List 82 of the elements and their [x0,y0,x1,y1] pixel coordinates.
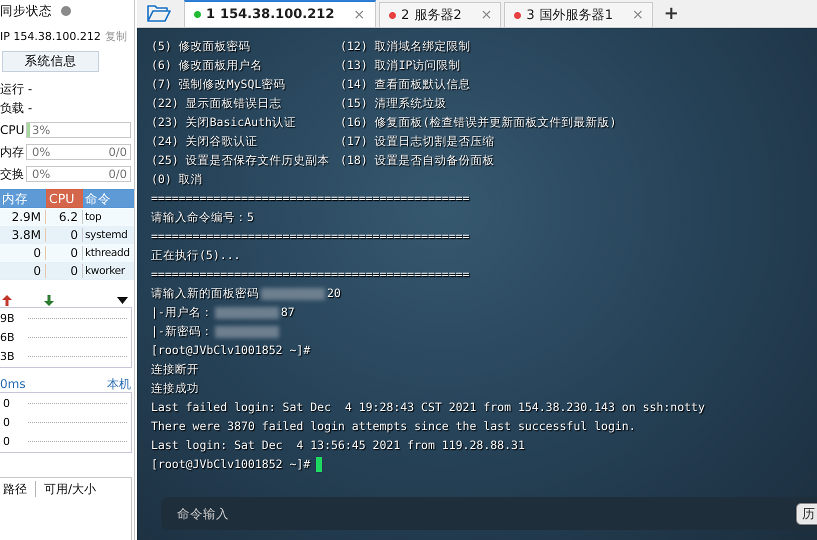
meter-label: CPU [0,123,24,137]
download-arrow-icon [44,294,54,306]
terminal-line: 请输入命令编号：5 [151,209,254,226]
terminal-line: 连接成功 [151,380,199,397]
meter-label: 内存 [0,144,24,160]
terminal-line: Last login: Sat Dec 4 13:56:45 2021 from 119.28.88.31 [151,437,525,454]
session-tab[interactable]: 3 国外服务器1 × [504,2,653,27]
redaction-mark [261,288,325,300]
terminal-line: (7) 强制修改MySQL密码 [151,76,286,93]
session-tab[interactable]: 2 服务器2 × [379,2,502,27]
terminal-line: 正在执行(5)... [151,247,241,264]
redaction-mark [214,326,279,338]
terminal-line: Last failed login: Sat Dec 4 19:28:43 CST 2021 from 154.38.230.143 on ssh:notty [151,399,705,416]
meter-label: 交换 [0,166,24,182]
axis-label: 9B [0,312,16,325]
terminal-line: (15) 清理系统垃圾 [340,95,447,112]
session-tab[interactable]: 1 154.38.100.212 × [184,0,376,27]
table-cell: 2.9M [0,210,46,224]
axis-label: 6B [0,331,16,344]
command-input-field[interactable]: 命令输入 [161,505,379,522]
table-cell: 0 [0,246,46,260]
stat-text: 运行 - [0,81,32,98]
meter-amount: 0/0 [108,145,127,159]
text-cursor [316,457,322,472]
meter-percent: 3% [32,123,50,137]
column-header[interactable]: CPU [46,189,83,208]
table-cell: 0 [46,246,83,260]
table-cell: 0 [46,264,83,278]
terminal-line: (18) 设置是否自动备份面板 [340,152,495,169]
system-info-button[interactable]: 系统信息 [2,51,99,72]
terminal-line: |-用户名： [151,304,213,321]
latency-value: 0ms [0,377,26,391]
terminal-line: |-新密码： [151,323,213,340]
terminal-line: 请输入新的面板密码 [151,285,259,302]
terminal-line: (25) 设置是否保存文件历史副本 [151,152,331,169]
table-cell-text: top [84,211,102,223]
terminal-line: [root@JVbClv1001852 ~]# [151,342,310,359]
table-cell: 3.8M [0,228,46,242]
dropdown-icon[interactable] [117,296,128,304]
sync-status-label: 同步状态 [0,2,52,20]
column-header[interactable]: 路径 [3,480,27,498]
table-cell-text: kworker [84,265,126,277]
redaction-mark [214,306,279,318]
history-button[interactable]: 历 [796,502,817,524]
table-cell: 0 [46,228,83,242]
terminal-line: (22) 显示面板错误日志 [151,95,283,112]
terminal-line: (6) 修改面板用户名 [151,57,264,74]
terminal-line: 87 [280,304,295,321]
table-cell-text: systemd [84,229,129,241]
folder-icon[interactable] [147,4,171,22]
table-cell: 0 [0,264,46,278]
axis-label: 0 [2,435,11,448]
terminal-line: (24) 关闭谷歌认证 [151,133,259,150]
axis-label: 0 [2,416,11,429]
terminal-line: ============================================== [151,228,470,245]
host-link[interactable]: 本机 [107,376,131,392]
terminal-line: ============================================== [151,190,470,207]
terminal-line: (0) 取消 [151,171,203,188]
terminal-line: 20 [327,285,341,302]
terminal-line: 连接断开 [151,361,199,378]
table-cell-text: kthreadd [84,247,131,259]
meter-amount: 0/0 [108,167,127,181]
upload-arrow-icon [2,294,12,306]
terminal-line: (16) 修复面板(检查错误并更新面板文件到最新版) [340,114,616,131]
terminal-line: There were 3870 failed login attempts since the last successful login. [151,418,636,435]
meter-percent: 0% [32,167,50,181]
terminal-line: [root@JVbClv1001852 ~]# [151,456,310,473]
axis-label: 0 [2,397,11,410]
meter-percent: 0% [32,145,50,159]
stat-text: 负载 - [0,100,32,117]
table-cell: 6.2 [46,210,83,224]
terminal-line: (23) 关闭BasicAuth认证 [151,114,297,131]
terminal-line: (14) 查看面板默认信息 [340,76,471,93]
terminal-line: ============================================== [151,266,470,283]
axis-label: 3B [0,350,16,363]
terminal-line: (13) 取消IP访问限制 [340,57,460,74]
terminal-line: (12) 取消域名绑定限制 [340,38,471,55]
terminal-line: (5) 修改面板密码 [151,38,252,55]
add-tab-button[interactable]: + [664,3,679,24]
column-header[interactable]: 可用/大小 [44,480,96,498]
ip-address: IP 154.38.100.212 [0,30,101,43]
terminal-line: (17) 设置日志切割是否压缩 [340,133,495,150]
